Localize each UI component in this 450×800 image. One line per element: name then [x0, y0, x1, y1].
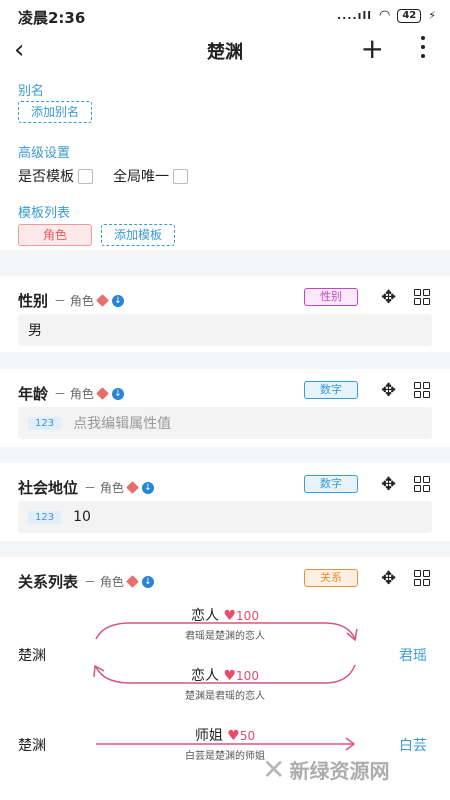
battery-icon: 42 [397, 8, 422, 23]
global-unique-label: 全局唯一 [113, 169, 169, 185]
number-badge: 123 [28, 510, 62, 524]
relation-label[interactable]: 师姐 ♥50 [165, 725, 285, 745]
attribute-card-gender: 性别 － 角色 ↓ 性别 ✥ 男 [0, 276, 450, 352]
relation-source: 楚渊 [18, 648, 46, 664]
signal-icon: ....ıll [336, 9, 372, 22]
more-options-icon[interactable] [420, 36, 426, 58]
relation-score: 100 [236, 609, 259, 623]
move-icon[interactable]: ✥ [381, 474, 396, 495]
attribute-owner: － 角色 ↓ [84, 479, 154, 496]
relation-description: 楚渊是君瑶的恋人 [185, 691, 265, 702]
status-icons: ....ıll ◠ 42 ⚡ [337, 8, 436, 23]
attribute-value-field[interactable]: 123 10 [18, 501, 432, 533]
status-bar: 凌晨2:36 ....ıll ◠ 42 ⚡ [0, 0, 450, 32]
download-icon[interactable]: ↓ [111, 387, 124, 400]
relation-target[interactable]: 白芸 [399, 735, 427, 755]
attribute-title: 年龄 － 角色 ↓ [18, 383, 124, 404]
type-tag: 性别 [304, 288, 358, 306]
is-template-checkbox[interactable] [78, 168, 93, 184]
attribute-name: 性别 [18, 292, 49, 310]
template-tag-role[interactable]: 角色 [18, 224, 92, 246]
global-unique-checkbox[interactable] [173, 168, 188, 184]
download-icon[interactable]: ↓ [141, 481, 154, 494]
type-tag: 数字 [304, 381, 358, 399]
status-time: 凌晨2:36 [18, 9, 86, 27]
heart-icon: ♥ [223, 668, 237, 684]
watermark: ✕ 新绿资源网 [262, 753, 389, 786]
watermark-text: 新绿资源网 [289, 759, 390, 783]
heart-icon: ♥ [227, 728, 240, 744]
attribute-owner: － 角色 ↓ [54, 292, 124, 309]
settings-section: 别名 添加别名 高级设置 是否模板 全局唯一 模板列表 角色 添加模板 [0, 70, 450, 250]
wifi-icon: ◠ [379, 8, 391, 23]
relation-type: 恋人 [191, 608, 220, 624]
attribute-owner-label: － 角色 [54, 294, 94, 308]
type-tag: 数字 [304, 475, 358, 493]
add-template-button[interactable]: 添加模板 [101, 224, 175, 246]
is-template-label: 是否模板 [18, 169, 74, 185]
attribute-owner-label: － 角色 [84, 481, 124, 495]
attribute-card-social-status: 社会地位 － 角色 ↓ 数字 ✥ 123 10 [0, 463, 450, 541]
attribute-owner: － 角色 ↓ [54, 385, 124, 402]
grid-icon[interactable] [414, 382, 430, 398]
attribute-value-field[interactable]: 123 点我编辑属性值 [18, 407, 432, 439]
attribute-card-age: 年龄 － 角色 ↓ 数字 ✥ 123 点我编辑属性值 [0, 369, 450, 447]
template-list-label: 模板列表 [18, 206, 71, 221]
number-badge: 123 [28, 416, 62, 430]
role-cube-icon [95, 387, 109, 400]
attribute-card-relations: 关系列表 － 角色 ↓ 关系 ✥ 楚渊 君瑶 恋人 ♥100 君瑶是楚渊的恋人 恋… [0, 557, 450, 800]
advanced-options: 是否模板 全局唯一 [18, 166, 208, 186]
move-icon[interactable]: ✥ [381, 287, 396, 308]
attribute-value: 男 [28, 323, 42, 339]
add-icon[interactable]: + [361, 32, 384, 65]
relation-description: 君瑶是楚渊的恋人 [185, 631, 265, 642]
attribute-name: 年龄 [18, 385, 49, 403]
relation-source: 楚渊 [18, 738, 46, 754]
add-alias-button[interactable]: 添加别名 [18, 101, 92, 123]
attribute-value-field[interactable]: 男 [18, 314, 432, 346]
attribute-title: 性别 － 角色 ↓ [18, 290, 124, 311]
move-icon[interactable]: ✥ [381, 380, 396, 401]
relation-label[interactable]: 恋人 ♥100 [165, 605, 285, 625]
attribute-name: 社会地位 [18, 479, 79, 497]
attribute-value: 10 [73, 509, 91, 525]
download-icon[interactable]: ↓ [111, 294, 124, 307]
relation-score: 100 [236, 669, 259, 683]
heart-icon: ♥ [223, 608, 237, 624]
grid-icon[interactable] [414, 476, 430, 492]
watermark-logo-icon: ✕ [262, 753, 286, 786]
relation-target[interactable]: 君瑶 [399, 645, 427, 665]
relation-type: 恋人 [191, 668, 220, 684]
relation-score: 50 [239, 729, 256, 743]
app-header: ‹ 楚渊 + [0, 32, 450, 70]
attribute-placeholder: 点我编辑属性值 [73, 416, 172, 432]
attribute-owner-label: － 角色 [54, 387, 94, 401]
role-cube-icon [125, 481, 139, 494]
attribute-title: 社会地位 － 角色 ↓ [18, 477, 154, 498]
relation-type: 师姐 [194, 728, 223, 744]
role-cube-icon [95, 294, 109, 307]
grid-icon[interactable] [414, 289, 430, 305]
relation-label[interactable]: 恋人 ♥100 [165, 665, 285, 685]
charging-icon: ⚡ [428, 9, 436, 22]
advanced-label: 高级设置 [18, 146, 71, 161]
alias-label: 别名 [18, 84, 45, 99]
